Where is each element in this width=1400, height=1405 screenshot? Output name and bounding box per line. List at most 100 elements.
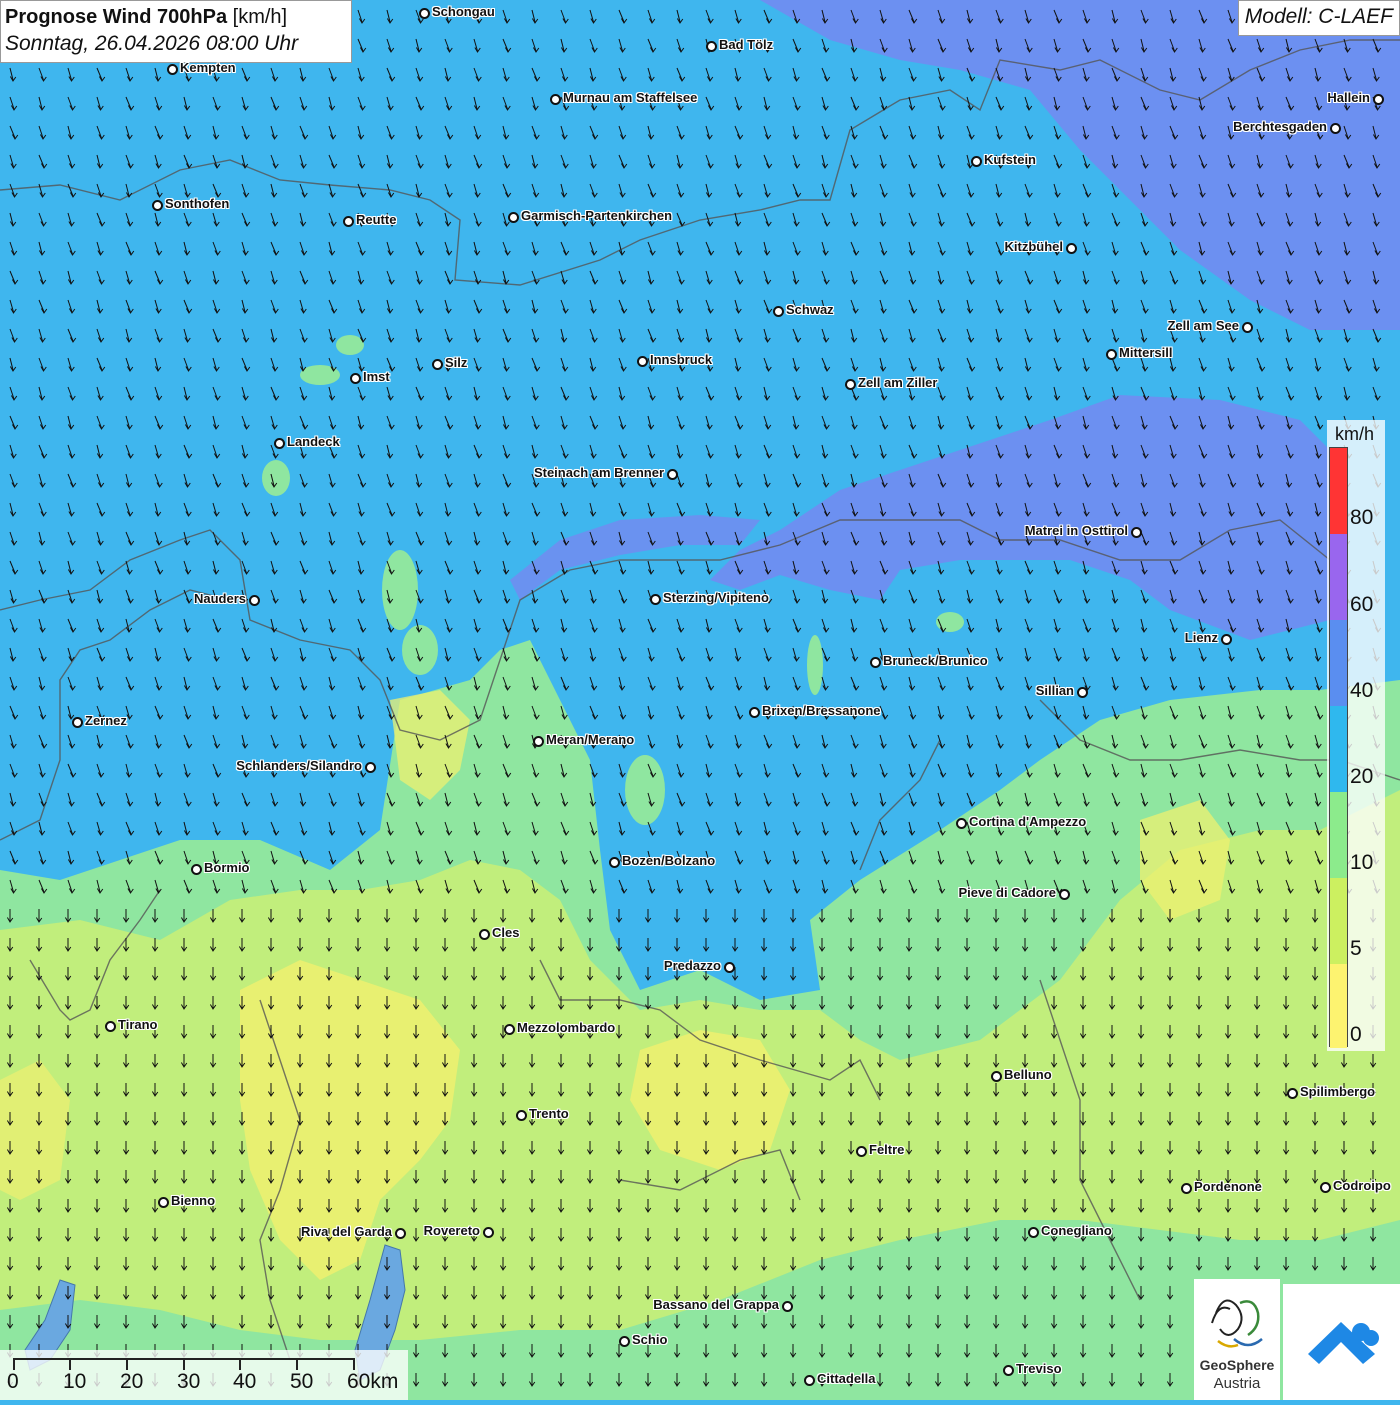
scale-tick [126, 1358, 128, 1370]
legend-tick-label: 80 [1350, 506, 1374, 529]
city-dot-icon [609, 857, 620, 868]
city-dot-icon [1221, 634, 1232, 645]
legend-segment [1330, 620, 1347, 706]
city-dot-icon [343, 216, 354, 227]
city-label: Riva del Garda [300, 1224, 392, 1239]
geosphere-name: GeoSphere [1199, 1357, 1275, 1373]
city-label: Zell am Ziller [858, 375, 938, 390]
geosphere-logo: GeoSphere Austria [1194, 1279, 1280, 1400]
city-dot-icon [516, 1110, 527, 1121]
city-dot-icon [105, 1021, 116, 1032]
city-dot-icon [956, 818, 967, 829]
city-label: Reutte [356, 212, 397, 227]
city-label: Spilimbergo [1300, 1084, 1376, 1099]
legend-unit: km/h [1335, 424, 1375, 444]
city-label: Steinach am Brenner [533, 465, 664, 480]
legend-segment [1330, 792, 1347, 878]
legend: km/h 80 60 40 20 10 5 0 [1327, 420, 1385, 1051]
city-label: Codroipo [1333, 1178, 1391, 1193]
city-label: Kempten [180, 60, 236, 75]
city-dot-icon [991, 1071, 1002, 1082]
app-logo [1283, 1284, 1400, 1400]
city-dot-icon [1181, 1183, 1192, 1194]
scale-tick [296, 1358, 298, 1370]
city-dot-icon [773, 306, 784, 317]
legend-tick-label: 5 [1350, 937, 1362, 960]
wind-patch [402, 625, 438, 675]
city-label: Innsbruck [650, 352, 713, 367]
scale-label: 10 [63, 1370, 87, 1393]
city-label: Berchtesgaden [1233, 119, 1327, 134]
city-dot-icon [637, 356, 648, 367]
city-label: Kufstein [984, 152, 1036, 167]
city-dot-icon [550, 94, 561, 105]
scale-tick [353, 1358, 355, 1370]
city-dot-icon [1242, 322, 1253, 333]
city-dot-icon [365, 762, 376, 773]
scale-label: 0 [7, 1370, 19, 1393]
wind-patch [262, 460, 290, 496]
city-label: Zell am See [1167, 318, 1239, 333]
city-label: Sterzing/Vipiteno [663, 590, 769, 605]
city-label: Conegliano [1041, 1223, 1112, 1238]
wind-patch [625, 755, 665, 825]
city-label: Bormio [204, 860, 250, 875]
legend-tick-label: 60 [1350, 593, 1374, 616]
city-label: Treviso [1016, 1361, 1062, 1376]
city-dot-icon [158, 1197, 169, 1208]
map-title-main: Prognose Wind 700hPa [5, 6, 228, 28]
city-dot-icon [1373, 94, 1384, 105]
city-label: Schwaz [786, 302, 834, 317]
city-dot-icon [782, 1301, 793, 1312]
city-dot-icon [395, 1228, 406, 1239]
city-dot-icon [483, 1227, 494, 1238]
city-dot-icon [504, 1024, 515, 1035]
city-dot-icon [274, 438, 285, 449]
city-dot-icon [432, 359, 443, 370]
wind-patch [300, 365, 340, 385]
city-dot-icon [1077, 687, 1088, 698]
legend-tick-label: 10 [1350, 851, 1374, 874]
city-dot-icon [1320, 1182, 1331, 1193]
forecast-datetime: Sonntag, 26.04.2026 08:00 Uhr [5, 32, 299, 55]
city-label: Rovereto [423, 1223, 480, 1238]
legend-tick-label: 0 [1350, 1023, 1362, 1046]
legend-segment [1330, 534, 1347, 620]
city-label: Schongau [432, 4, 495, 19]
geosphere-sub: Austria [1213, 1375, 1261, 1392]
city-dot-icon [724, 962, 735, 973]
city-label: Mittersill [1119, 345, 1173, 360]
scale-label: 60km [347, 1370, 399, 1393]
legend-color-bar [1329, 447, 1348, 1048]
scale-tick [69, 1358, 71, 1370]
city-dot-icon [191, 864, 202, 875]
city-label: Bozen/Bolzano [622, 853, 716, 868]
city-label: Imst [363, 369, 390, 384]
legend-segment [1330, 448, 1347, 534]
city-label: Garmisch-Partenkirchen [521, 208, 673, 223]
city-dot-icon [845, 379, 856, 390]
scale-label: 40 [233, 1370, 257, 1393]
city-dot-icon [870, 657, 881, 668]
city-dot-icon [533, 736, 544, 747]
city-label: Zernez [85, 713, 127, 728]
scale-tick [239, 1358, 241, 1370]
city-label: Meran/Merano [546, 732, 635, 747]
city-label: Landeck [287, 434, 340, 449]
legend-tick-label: 20 [1350, 765, 1374, 788]
city-label: Predazzo [663, 958, 721, 973]
city-label: Bad Tölz [719, 37, 774, 52]
title-box: Prognose Wind 700hPa [km/h] Sonntag, 26.… [0, 0, 352, 63]
city-label: Lienz [1184, 630, 1218, 645]
city-dot-icon [667, 469, 678, 480]
city-dot-icon [1287, 1088, 1298, 1099]
city-label: Matrei in Osttirol [1024, 523, 1128, 538]
scale-label: 50 [290, 1370, 314, 1393]
legend-segment [1330, 878, 1347, 964]
city-dot-icon [1003, 1365, 1014, 1376]
city-label: Bassano del Grappa [653, 1297, 779, 1312]
wind-patch [336, 335, 364, 355]
city-dot-icon [1106, 349, 1117, 360]
legend-segment [1330, 964, 1347, 1048]
city-label: Cittadella [817, 1371, 876, 1386]
